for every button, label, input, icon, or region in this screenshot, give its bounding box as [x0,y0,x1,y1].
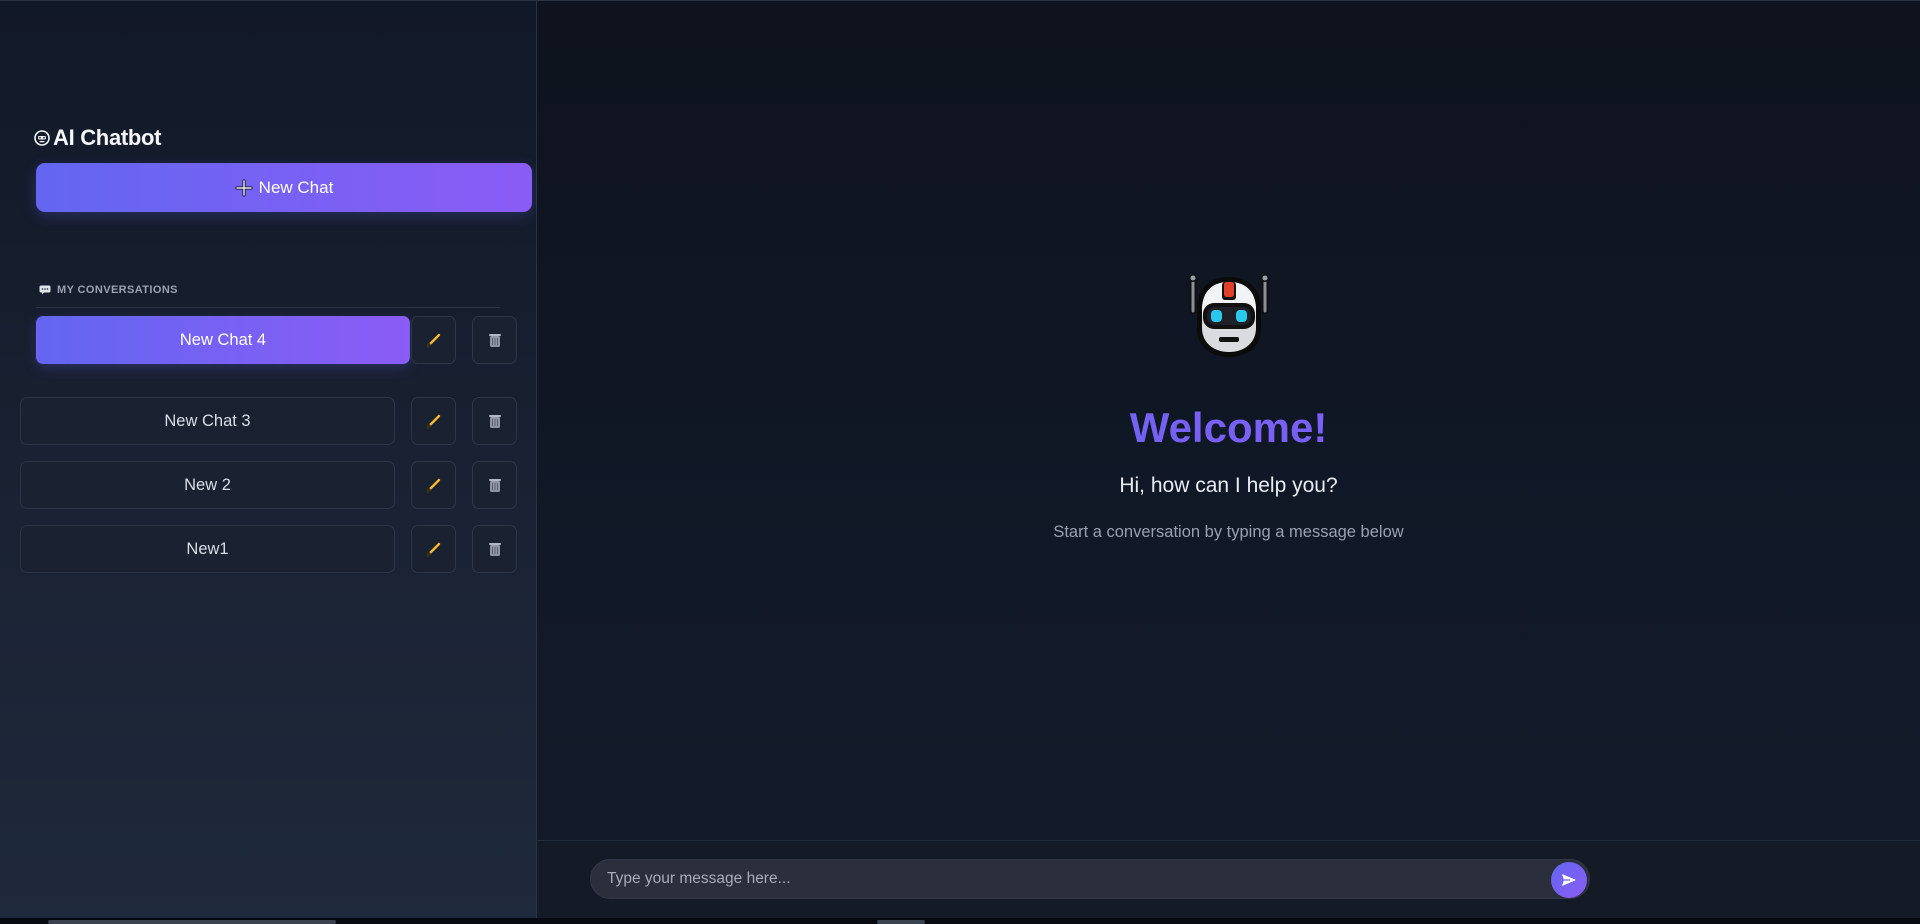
sidebar: AI Chatbot New Chat MY CONVERSATIONS New… [0,0,537,924]
welcome-title: Welcome! [537,404,1920,452]
conversations-section-header: MY CONVERSATIONS [39,284,178,296]
rename-conversation-button[interactable] [411,316,456,364]
app-window: AI Chatbot New Chat MY CONVERSATIONS New… [0,0,1920,924]
conversation-label: New Chat 3 [164,411,251,430]
conversation-label: New Chat 4 [179,330,267,349]
new-chat-button[interactable]: New Chat [36,163,532,212]
conversation-label: New 2 [184,475,231,494]
section-divider [36,307,500,308]
delete-conversation-button[interactable] [472,397,517,445]
delete-conversation-button[interactable] [472,461,517,509]
pencil-icon [426,478,440,493]
trash-icon [488,479,501,492]
message-input[interactable] [607,860,1527,898]
pencil-icon [426,414,440,429]
send-icon [1562,874,1576,886]
plus-icon [235,178,253,197]
conversation-row: New 2 [0,461,537,509]
rename-conversation-button[interactable] [411,525,456,573]
welcome-screen: Welcome! Hi, how can I help you? Start a… [537,267,1920,542]
delete-conversation-button[interactable] [472,525,517,573]
rename-conversation-button[interactable] [411,461,456,509]
conversation-item[interactable]: New Chat 3 [20,397,395,445]
scrollbar-thumb[interactable] [877,920,925,924]
brand: AI Chatbot [34,125,162,151]
conversation-item[interactable]: New1 [20,525,395,573]
scrollbar-thumb[interactable] [48,920,336,924]
trash-icon [488,415,501,428]
rename-conversation-button[interactable] [411,397,456,445]
pencil-icon [426,542,440,557]
new-chat-label: New Chat [258,177,334,197]
conversation-row: New Chat 3 [0,397,537,445]
chat-bubble-icon [39,285,51,295]
welcome-subtitle: Hi, how can I help you? [1119,474,1338,497]
brand-title: AI Chatbot [53,125,162,150]
conversation-item[interactable]: New 2 [20,461,395,509]
trash-icon [488,334,501,347]
conversation-item-active[interactable]: New Chat 4 [36,316,410,364]
chat-main-panel: Welcome! Hi, how can I help you? Start a… [537,0,1920,924]
message-input-wrapper [590,859,1590,899]
message-composer [537,840,1920,924]
robot-face-icon [34,130,50,146]
conversation-row: New1 [0,525,537,573]
trash-icon [488,543,501,556]
section-label: MY CONVERSATIONS [57,284,178,296]
conversation-row: New Chat 4 [0,316,537,364]
welcome-hint: Start a conversation by typing a message… [1053,523,1404,541]
send-button[interactable] [1551,862,1587,898]
conversation-label: New1 [186,539,229,558]
pencil-icon [426,333,440,348]
delete-conversation-button[interactable] [472,316,517,364]
robot-icon [1188,274,1269,357]
